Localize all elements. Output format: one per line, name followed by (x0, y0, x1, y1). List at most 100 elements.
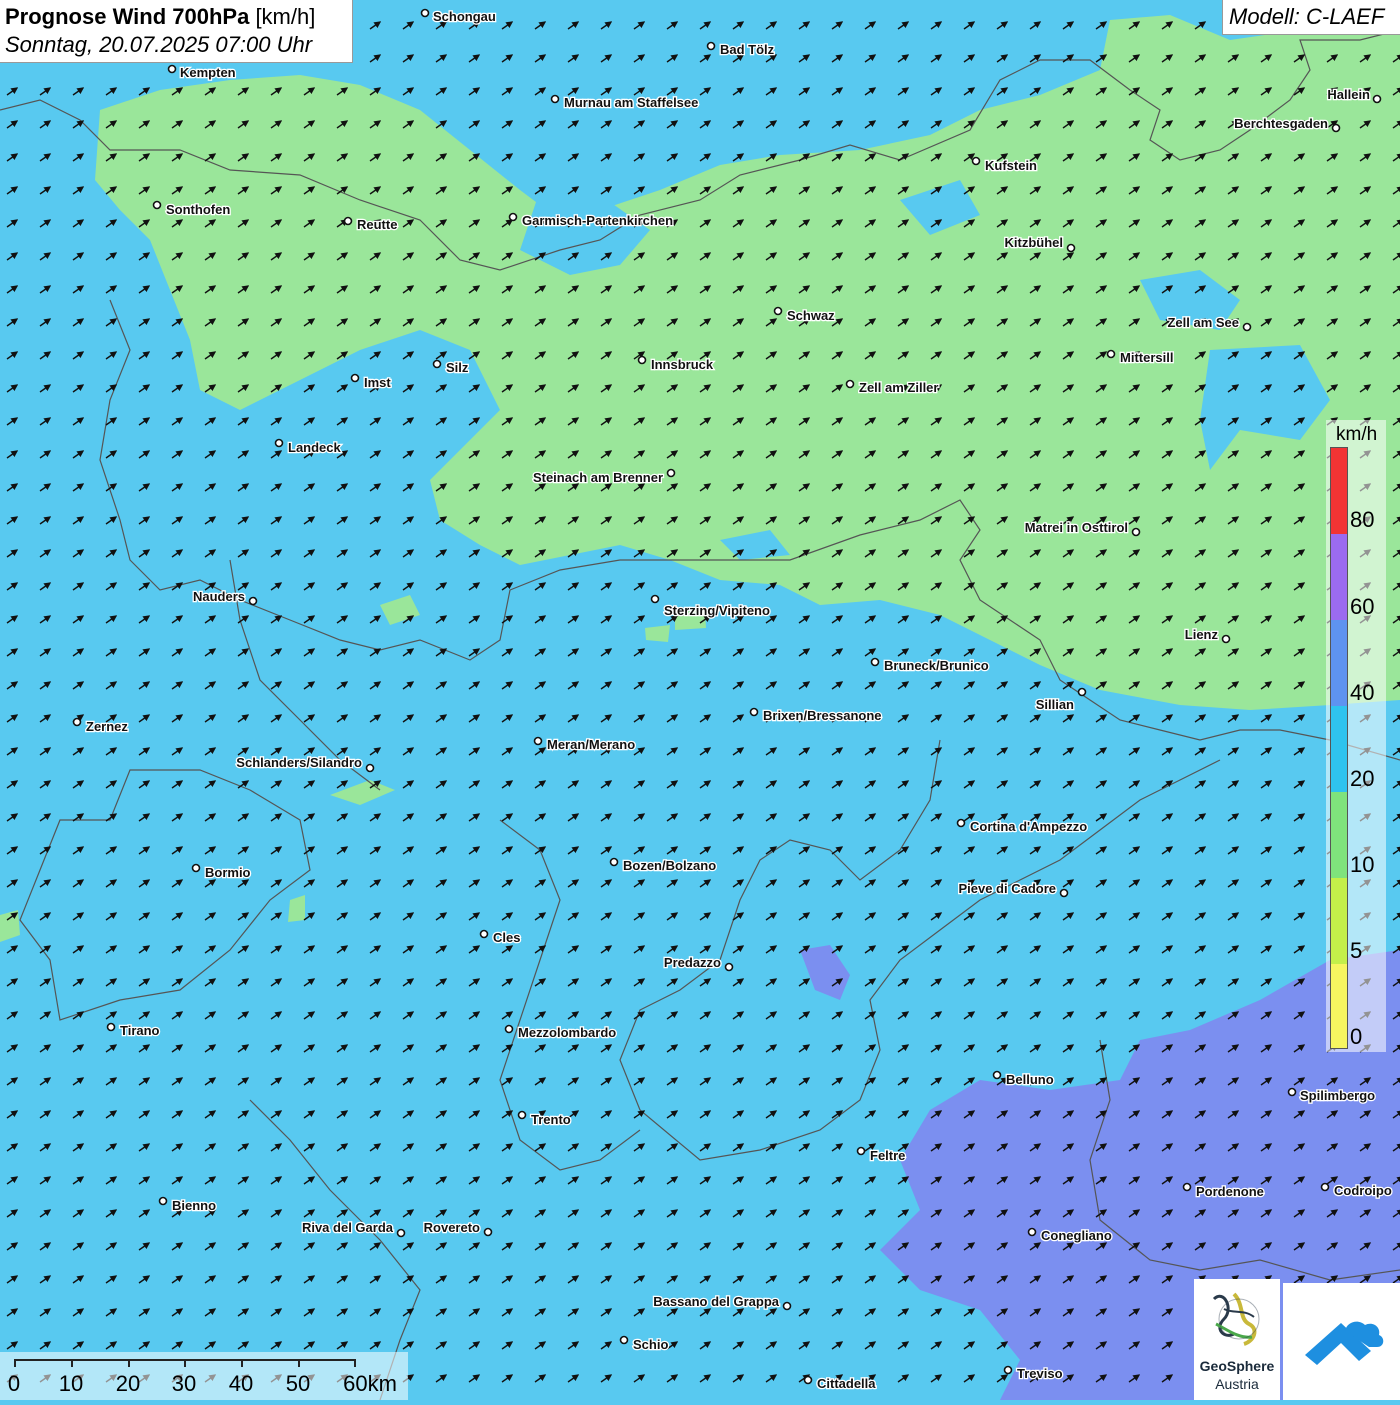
legend-tick-80: 80 (1350, 507, 1375, 532)
city-label: Steinach am Brenner (533, 470, 663, 485)
city-dot (152, 200, 162, 210)
cloud-arrow-icon (1305, 1321, 1384, 1365)
color-legend: km/h 80 60 40 20 10 5 0 (1326, 420, 1386, 1052)
logo-name-country: Austria (1215, 1376, 1259, 1392)
city-dot (619, 1335, 629, 1345)
city-label: Schlanders/Silandro (236, 755, 362, 770)
weather-app-logo[interactable] (1283, 1283, 1400, 1400)
city-dot (724, 962, 734, 972)
city-label: Kempten (180, 65, 236, 80)
city-dot (533, 736, 543, 746)
wind-map[interactable]: Schongau Bad Tölz Kempten Murnau am Staffel… (0, 0, 1400, 1400)
city-label: Belluno (1006, 1072, 1054, 1087)
city-dot (1221, 634, 1231, 644)
city-label: Cittadella (817, 1376, 876, 1391)
map-title: Prognose Wind 700hPa [km/h] (5, 3, 352, 31)
legend-tick-40: 40 (1350, 680, 1375, 705)
city-label: Zell am See (1167, 315, 1239, 330)
city-dot (609, 857, 619, 867)
city-label: Lienz (1185, 627, 1219, 642)
city-label: Mittersill (1120, 350, 1173, 365)
city-dot (1059, 888, 1069, 898)
legend-segment-0 (1331, 964, 1347, 1048)
city-dot (1003, 1365, 1013, 1375)
city-dot (749, 707, 759, 717)
legend-segment-60 (1331, 534, 1347, 620)
scale-tick (241, 1359, 243, 1367)
city-dot (479, 929, 489, 939)
scale-label: 10 (58, 1371, 84, 1396)
city-dot (483, 1227, 493, 1237)
city-label: Codroipo (1334, 1183, 1392, 1198)
city-label: Schwaz (787, 308, 835, 323)
city-dot (856, 1146, 866, 1156)
city-label: Zell am Ziller (859, 380, 938, 395)
city-dot (650, 594, 660, 604)
scale-tick (184, 1359, 186, 1367)
city-label: Riva del Garda (302, 1220, 394, 1235)
city-label: Sterzing/Vipiteno (664, 603, 770, 618)
city-label: Bruneck/Brunico (884, 658, 989, 673)
city-label: Tirano (120, 1023, 160, 1038)
city-dot (870, 657, 880, 667)
logo-name: GeoSphere (1199, 1358, 1275, 1374)
legend-tick-0: 0 (1350, 1024, 1363, 1049)
scale-bar: 0 10 20 30 40 50 60km (0, 1352, 408, 1400)
city-label: Bassano del Grappa (653, 1294, 779, 1309)
scale-tick (14, 1359, 16, 1367)
geosphere-logo[interactable]: GeoSphere Austria (1194, 1279, 1280, 1400)
city-label: Hallein (1327, 87, 1370, 102)
city-dot (1106, 349, 1116, 359)
city-dot (637, 355, 647, 365)
city-label: Conegliano (1041, 1228, 1112, 1243)
city-dot (1331, 123, 1341, 133)
city-label: Imst (364, 375, 391, 390)
city-label: Berchtesgaden (1234, 116, 1328, 131)
city-dot (782, 1301, 792, 1311)
city-dot (666, 468, 676, 478)
city-dot (72, 717, 82, 727)
legend-tick-5: 5 (1350, 938, 1363, 963)
legend-tick-60: 60 (1350, 594, 1375, 619)
city-label: Trento (531, 1112, 571, 1127)
city-dot (420, 8, 430, 18)
legend-color-bar (1330, 447, 1348, 1049)
legend-segment-80 (1331, 448, 1347, 534)
city-dot (106, 1022, 116, 1032)
city-label: Nauders (193, 589, 245, 604)
city-label: Kufstein (985, 158, 1037, 173)
city-dot (706, 41, 716, 51)
city-dot (1287, 1087, 1297, 1097)
city-label: Mezzolombardo (518, 1025, 616, 1040)
city-label: Garmisch-Partenkirchen (522, 213, 673, 228)
legend-segment-40 (1331, 620, 1347, 706)
geosphere-swirl-icon (1212, 1292, 1260, 1346)
city-dot (158, 1196, 168, 1206)
scale-tick (298, 1359, 300, 1367)
city-label: Feltre (870, 1148, 905, 1163)
city-label: Bad Tölz (720, 42, 775, 57)
scale-label: 40 (228, 1371, 254, 1396)
city-label: Sillian (1036, 697, 1074, 712)
city-dot (992, 1070, 1002, 1080)
city-label: Murnau am Staffelsee (564, 95, 698, 110)
city-dot (1242, 322, 1252, 332)
city-label: Spilimbergo (1300, 1088, 1375, 1103)
legend-unit: km/h (1336, 424, 1378, 445)
legend-segment-20 (1331, 706, 1347, 792)
city-label: Brixen/Bressanone (763, 708, 882, 723)
city-label: Zernez (86, 719, 128, 734)
city-dot (1320, 1182, 1330, 1192)
scale-label: 60km (343, 1371, 397, 1396)
city-dot (274, 438, 284, 448)
city-dot (803, 1375, 813, 1385)
city-dot (1182, 1182, 1192, 1192)
city-label: Reutte (357, 217, 397, 232)
city-dot (396, 1228, 406, 1238)
title-box: Prognose Wind 700hPa [km/h] Sonntag, 20.… (0, 0, 353, 63)
city-label: Matrei in Osttirol (1025, 520, 1128, 535)
city-label: Sonthofen (166, 202, 230, 217)
city-dot (845, 379, 855, 389)
city-label: Bozen/Bolzano (623, 858, 716, 873)
city-dot (191, 863, 201, 873)
